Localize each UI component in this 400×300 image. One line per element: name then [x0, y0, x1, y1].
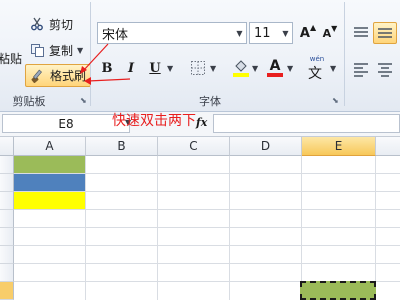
cell-a3-yellow[interactable]: [14, 192, 85, 209]
row-header[interactable]: [0, 246, 14, 264]
font-color-button[interactable]: A: [266, 56, 284, 78]
column-header-label: C: [189, 139, 198, 153]
column-header-label: A: [45, 139, 54, 153]
font-size-combo[interactable]: 11 ▼: [249, 22, 293, 44]
font-size-dropdown-icon[interactable]: ▼: [279, 23, 292, 43]
grid-line: [14, 227, 400, 228]
active-cell-e8[interactable]: [300, 281, 376, 300]
phonetic-icon: wén: [309, 55, 325, 63]
group-divider: [344, 2, 345, 106]
align-top-button[interactable]: [352, 24, 370, 42]
phonetic-button[interactable]: wén 文: [306, 55, 328, 82]
underline-dropdown-icon[interactable]: ▼: [167, 64, 173, 73]
align-left-button[interactable]: [352, 60, 370, 78]
worksheet-grid[interactable]: A B C D E: [0, 137, 400, 300]
align-top-icon: [354, 27, 368, 37]
ribbon: 粘贴 剪切 复制 ▼ 格式刷 剪贴板 ⬊ 宋体 ▼ 11 ▼ A ▲ A ▼ B…: [0, 0, 400, 112]
column-header-b[interactable]: B: [86, 137, 158, 156]
phonetic-label: 文: [308, 66, 322, 82]
fx-button[interactable]: fx: [196, 116, 212, 132]
font-color-icon: A: [267, 58, 283, 77]
column-header-a[interactable]: A: [14, 137, 86, 156]
font-size-value: 11: [254, 25, 271, 41]
font-group-label: 字体: [199, 95, 221, 108]
fill-color-button[interactable]: [232, 58, 250, 78]
align-left-icon: [354, 63, 368, 77]
grid-line: [375, 156, 376, 300]
svg-text:A: A: [270, 58, 281, 74]
formula-input[interactable]: [213, 114, 400, 133]
paint-bucket-icon: [233, 60, 249, 77]
row-header[interactable]: [0, 174, 14, 192]
shrink-font-button[interactable]: A ▼: [320, 23, 340, 43]
cell-a2-blue[interactable]: [14, 174, 85, 191]
column-header-label: B: [117, 139, 126, 153]
borders-button[interactable]: [190, 60, 206, 76]
fill-color-dropdown-icon[interactable]: ▼: [252, 64, 258, 73]
grid-line: [14, 209, 400, 210]
align-middle-icon: [378, 28, 392, 38]
align-center-button[interactable]: [376, 60, 394, 78]
grow-font-button[interactable]: A ▲: [298, 23, 318, 43]
grid-line: [229, 156, 230, 300]
formula-bar: E8 ▼ fx: [0, 112, 400, 137]
grid-line: [301, 156, 302, 300]
name-box[interactable]: E8: [2, 114, 130, 133]
font-name-dropdown-icon[interactable]: ▼: [233, 23, 246, 43]
column-header-e[interactable]: E: [302, 137, 376, 156]
annotation-text: 快速双击两下: [112, 113, 196, 129]
column-header-label: E: [334, 139, 343, 153]
grow-font-label: A: [299, 25, 310, 41]
phonetic-dropdown-icon[interactable]: ▼: [330, 64, 336, 73]
row-header[interactable]: [0, 156, 14, 174]
annotation-arrows: [80, 43, 131, 85]
grid-line: [14, 245, 400, 246]
shrink-font-label: A: [322, 26, 332, 40]
column-header-d[interactable]: D: [230, 137, 302, 156]
underline-label: U: [149, 60, 161, 76]
column-header-label: D: [260, 139, 271, 153]
underline-button[interactable]: U: [145, 58, 165, 78]
column-header-c[interactable]: C: [158, 137, 230, 156]
grid-line: [85, 156, 86, 300]
column-header-f[interactable]: [376, 137, 400, 156]
row-header[interactable]: [0, 210, 14, 228]
grid-line: [157, 156, 158, 300]
align-middle-button[interactable]: [373, 22, 397, 44]
row-header[interactable]: [0, 264, 14, 282]
font-launcher-icon[interactable]: ⬊: [332, 96, 341, 105]
align-center-icon: [378, 63, 392, 77]
select-all-corner[interactable]: [0, 137, 14, 156]
fx-label: fx: [196, 116, 208, 129]
font-color-dropdown-icon[interactable]: ▼: [287, 64, 293, 73]
row-header-active[interactable]: [0, 282, 14, 300]
cell-a1-green[interactable]: [14, 156, 85, 173]
grid-line: [14, 263, 400, 264]
row-header[interactable]: [0, 192, 14, 210]
row-header[interactable]: [0, 228, 14, 246]
borders-icon: [191, 61, 205, 75]
borders-dropdown-icon[interactable]: ▼: [210, 64, 216, 73]
